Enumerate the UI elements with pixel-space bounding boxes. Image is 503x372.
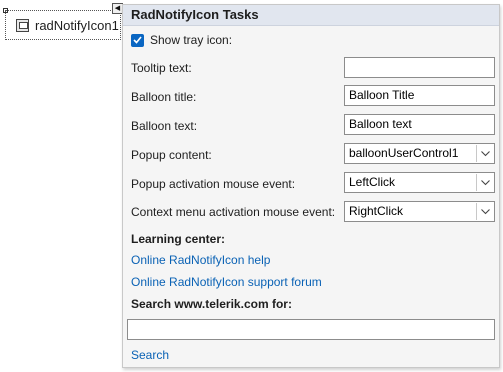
help-link-row[interactable]: Online RadNotifyIcon help bbox=[131, 249, 493, 271]
chevron-down-icon[interactable] bbox=[476, 145, 493, 162]
context-menu-activation-value: RightClick bbox=[349, 204, 404, 218]
context-menu-activation-dropdown[interactable]: RightClick bbox=[344, 201, 495, 222]
popup-activation-dropdown[interactable]: LeftClick bbox=[344, 172, 495, 193]
notify-icon bbox=[16, 18, 29, 32]
component-tray-item[interactable]: radNotifyIcon1 bbox=[5, 10, 121, 40]
popup-activation-label: Popup activation mouse event: bbox=[131, 177, 296, 191]
component-label: radNotifyIcon1 bbox=[35, 17, 119, 33]
check-icon bbox=[133, 36, 142, 44]
chevron-down-icon[interactable] bbox=[476, 174, 493, 191]
tooltip-text-label: Tooltip text: bbox=[131, 61, 192, 75]
search-title: Search www.telerik.com for: bbox=[131, 297, 292, 311]
popup-content-dropdown[interactable]: balloonUserControl1 bbox=[344, 143, 495, 164]
show-tray-icon-label: Show tray icon: bbox=[150, 33, 233, 47]
support-forum-link[interactable]: Online RadNotifyIcon support forum bbox=[131, 275, 322, 289]
popup-content-label: Popup content: bbox=[131, 148, 212, 162]
context-menu-activation-label: Context menu activation mouse event: bbox=[131, 205, 336, 219]
popup-activation-value: LeftClick bbox=[349, 175, 396, 189]
search-title-row: Search www.telerik.com for: bbox=[131, 293, 493, 315]
popup-content-value: balloonUserControl1 bbox=[349, 146, 459, 160]
tooltip-text-field[interactable] bbox=[344, 57, 495, 78]
search-link-row[interactable]: Search bbox=[131, 344, 493, 366]
balloon-text-field[interactable]: Balloon text bbox=[344, 114, 495, 135]
panel-title: RadNotifyIcon Tasks bbox=[123, 5, 499, 26]
balloon-title-field[interactable]: Balloon Title bbox=[344, 85, 495, 106]
search-input[interactable] bbox=[127, 319, 495, 340]
chevron-down-icon[interactable] bbox=[476, 203, 493, 220]
show-tray-icon-row[interactable]: Show tray icon: bbox=[131, 29, 493, 51]
search-link[interactable]: Search bbox=[131, 348, 169, 362]
designer-surface: radNotifyIcon1 ◀ RadNotifyIcon Tasks Sho… bbox=[0, 0, 503, 372]
learning-center-title: Learning center: bbox=[131, 232, 226, 246]
balloon-title-label: Balloon title: bbox=[131, 90, 197, 104]
learning-center-row: Learning center: bbox=[131, 228, 493, 250]
show-tray-icon-checkbox[interactable] bbox=[131, 33, 144, 47]
balloon-text-label: Balloon text: bbox=[131, 119, 198, 133]
smart-tag-panel: RadNotifyIcon Tasks Show tray icon: Tool… bbox=[122, 4, 500, 368]
forum-link-row[interactable]: Online RadNotifyIcon support forum bbox=[131, 271, 493, 293]
online-help-link[interactable]: Online RadNotifyIcon help bbox=[131, 253, 270, 267]
